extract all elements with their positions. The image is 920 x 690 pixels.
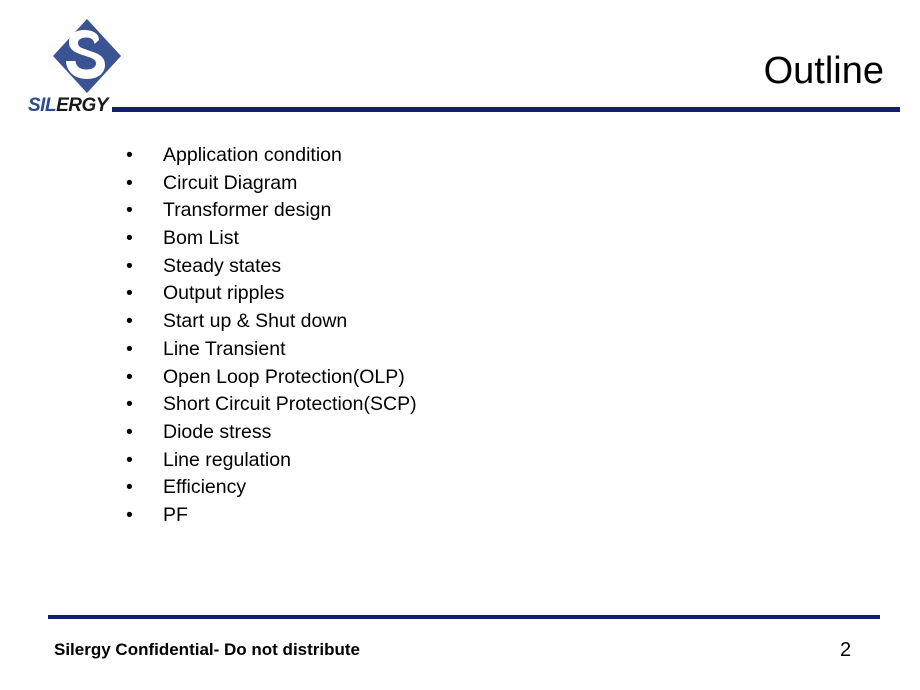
list-item-label: Efficiency — [163, 476, 247, 499]
list-item-label: Line Transient — [163, 337, 286, 360]
list-item: • Open Loop Protection(OLP) — [126, 364, 766, 392]
list-item-label: Diode stress — [163, 420, 272, 443]
list-item-label: PF — [163, 503, 188, 526]
header-divider — [112, 107, 900, 112]
confidentiality-note: Silergy Confidential- Do not distribute — [54, 640, 360, 659]
list-item-label: Transformer design — [163, 199, 332, 222]
brand-wordmark: SILERGY — [28, 94, 148, 118]
page-title: Outline — [763, 50, 884, 92]
bullet-icon: • — [126, 199, 133, 222]
list-item: • Diode stress — [126, 419, 766, 447]
list-item-label: Steady states — [163, 254, 282, 277]
footer-divider — [48, 615, 880, 619]
list-item: • Transformer design — [126, 197, 766, 225]
bullet-icon: • — [126, 227, 133, 250]
wordmark-secondary: ERGY — [56, 95, 108, 116]
list-item: • Line regulation — [126, 447, 766, 475]
bullet-icon: • — [126, 365, 133, 388]
slide-outline: SILERGY Outline • Application condition … — [0, 0, 920, 690]
list-item: • Short Circuit Protection(SCP) — [126, 391, 766, 419]
list-item: • Output ripples — [126, 280, 766, 308]
list-item-label: Circuit Diagram — [163, 171, 298, 194]
bullet-icon: • — [126, 337, 133, 360]
bullet-icon: • — [126, 503, 133, 526]
list-item: • Steady states — [126, 253, 766, 281]
list-item: • Circuit Diagram — [126, 170, 766, 198]
list-item-label: Bom List — [163, 227, 239, 250]
list-item: • Application condition — [126, 142, 766, 170]
bullet-icon: • — [126, 171, 133, 194]
list-item-label: Application condition — [163, 144, 342, 166]
list-item-label: Start up & Shut down — [163, 310, 348, 333]
bullet-icon: • — [126, 448, 133, 471]
bullet-icon: • — [126, 144, 133, 166]
list-item-label: Line regulation — [163, 448, 291, 471]
list-item-label: Short Circuit Protection(SCP) — [163, 393, 417, 416]
list-item: • Efficiency — [126, 474, 766, 502]
bullet-icon: • — [126, 476, 133, 499]
list-item-label: Open Loop Protection(OLP) — [163, 365, 405, 388]
list-item: • Bom List — [126, 225, 766, 253]
bullet-icon: • — [126, 282, 133, 305]
bullet-icon: • — [126, 310, 133, 333]
wordmark-primary: SIL — [28, 95, 57, 116]
bullet-icon: • — [126, 393, 133, 416]
list-item: • PF — [126, 502, 766, 530]
list-item-label: Output ripples — [163, 282, 285, 305]
page-number: 2 — [840, 639, 852, 661]
brand-logo: SILERGY — [28, 18, 148, 118]
silergy-diamond-s-logo-icon — [53, 19, 121, 93]
bullet-icon: • — [126, 254, 133, 277]
outline-list: • Application condition • Circuit Diagra… — [126, 142, 766, 530]
list-item: • Start up & Shut down — [126, 308, 766, 336]
bullet-icon: • — [126, 420, 133, 443]
list-item: • Line Transient — [126, 336, 766, 364]
